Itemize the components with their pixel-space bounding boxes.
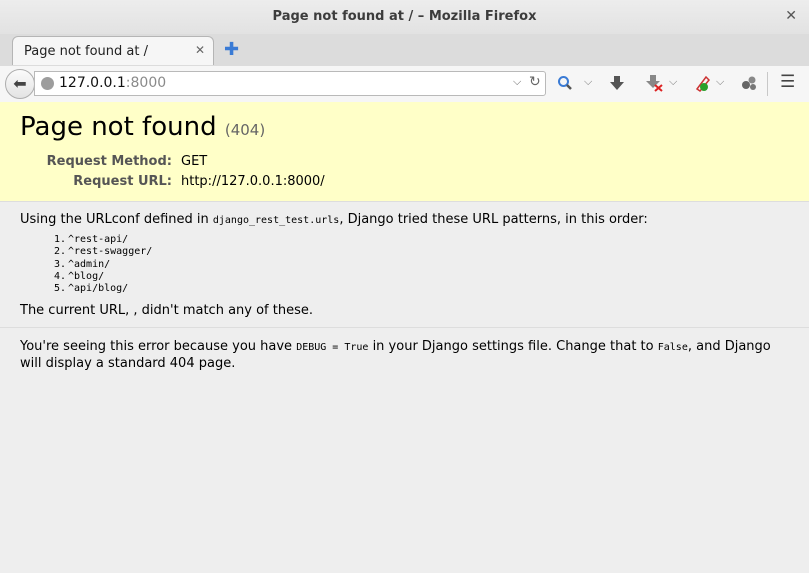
plugin-chevron-down-icon[interactable]: ⌵: [716, 75, 724, 89]
toolbar-separator: [767, 72, 768, 96]
pattern-number: 1.: [54, 234, 67, 245]
list-item: 5. ^api/blog/: [54, 283, 152, 295]
url-bar[interactable]: 127.0.0.1:8000 ⌵ ↻: [34, 71, 546, 96]
list-item: 4. ^blog/: [54, 271, 152, 283]
list-item: 1. ^rest-api/: [54, 234, 152, 246]
urlconf-prefix: Using the URLconf defined in: [20, 212, 213, 227]
url-text[interactable]: 127.0.0.1:8000: [59, 75, 166, 91]
urlconf-description: Using the URLconf defined in django_rest…: [20, 212, 648, 227]
tab-page-not-found[interactable]: Page not found at / ✕: [12, 36, 214, 65]
reload-icon[interactable]: ↻: [529, 74, 541, 90]
pattern-number: 2.: [54, 246, 67, 258]
pattern-text: ^admin/: [68, 258, 111, 270]
globe-icon: [41, 77, 54, 90]
request-method-value: GET: [181, 154, 208, 169]
debug-setting-code: DEBUG = True: [296, 342, 369, 353]
pattern-text: ^blog/: [68, 270, 105, 282]
false-code: False: [657, 342, 688, 353]
pattern-number: 4.: [54, 270, 67, 282]
url-host: 127.0.0.1: [59, 75, 126, 91]
status-code: (404): [224, 121, 266, 139]
debug-explanation: You're seeing this error because you hav…: [20, 339, 780, 372]
url-patterns-info: Using the URLconf defined in django_rest…: [0, 202, 809, 328]
blocked-chevron-down-icon[interactable]: ⌵: [669, 75, 677, 89]
explain-text-2: in your Django settings file. Change tha…: [368, 339, 658, 354]
page-content: Page not found (404) Request Method: GET…: [0, 102, 809, 573]
urlconf-suffix: , Django tried these URL patterns, in th…: [339, 212, 648, 227]
request-url-value: http://127.0.0.1:8000/: [181, 174, 325, 189]
pattern-text: ^rest-api/: [68, 234, 129, 245]
request-method-label: Request Method:: [46, 154, 172, 169]
pattern-number: 3.: [54, 258, 67, 270]
url-port: :8000: [125, 75, 167, 91]
new-tab-button[interactable]: ✚: [224, 39, 239, 60]
blocked-download-icon[interactable]: [646, 74, 664, 92]
request-url-label: Request URL:: [73, 174, 172, 189]
page-title: Page not found (404): [20, 112, 265, 142]
navigation-toolbar: ⬅ 127.0.0.1:8000 ⌵ ↻ ⌵ ⌵ ⌵ ☰: [0, 66, 809, 103]
url-history-dropdown-icon[interactable]: ⌵: [513, 75, 521, 89]
window-close-button[interactable]: ✕: [785, 8, 797, 24]
search-chevron-down-icon[interactable]: ⌵: [584, 75, 592, 89]
tab-label: Page not found at /: [24, 44, 148, 59]
error-summary: Page not found (404) Request Method: GET…: [0, 102, 809, 202]
back-button[interactable]: ⬅: [5, 69, 35, 99]
title-bar: Page not found at / – Mozilla Firefox ✕: [0, 0, 809, 34]
search-icon[interactable]: [557, 75, 573, 91]
explain-text-1: You're seeing this error because you hav…: [20, 339, 297, 354]
download-icon[interactable]: [610, 75, 624, 91]
url-pattern-list: 1. ^rest-api/ 2. ^rest-swagger/ 3. ^admin/ …: [54, 234, 152, 295]
list-item: 3. ^admin/: [54, 259, 152, 271]
page-title-text: Page not found: [20, 112, 217, 142]
browser-window: Page not found at / – Mozilla Firefox ✕ …: [0, 0, 809, 573]
pattern-text: ^rest-swagger/: [68, 246, 153, 258]
plugin-icon[interactable]: [694, 74, 712, 92]
list-item: 2. ^rest-swagger/: [54, 246, 152, 258]
extension-icon[interactable]: [740, 74, 758, 92]
pattern-number: 5.: [54, 283, 67, 295]
tab-close-icon[interactable]: ✕: [195, 43, 205, 57]
no-match-message: The current URL, , didn't match any of t…: [20, 303, 313, 318]
window-title: Page not found at / – Mozilla Firefox: [272, 9, 537, 24]
pattern-text: ^api/blog/: [68, 283, 129, 295]
urlconf-module: django_rest_test.urls: [212, 215, 340, 226]
tab-strip: Page not found at / ✕ ✚: [0, 34, 809, 67]
hamburger-menu-icon[interactable]: ☰: [780, 72, 795, 92]
